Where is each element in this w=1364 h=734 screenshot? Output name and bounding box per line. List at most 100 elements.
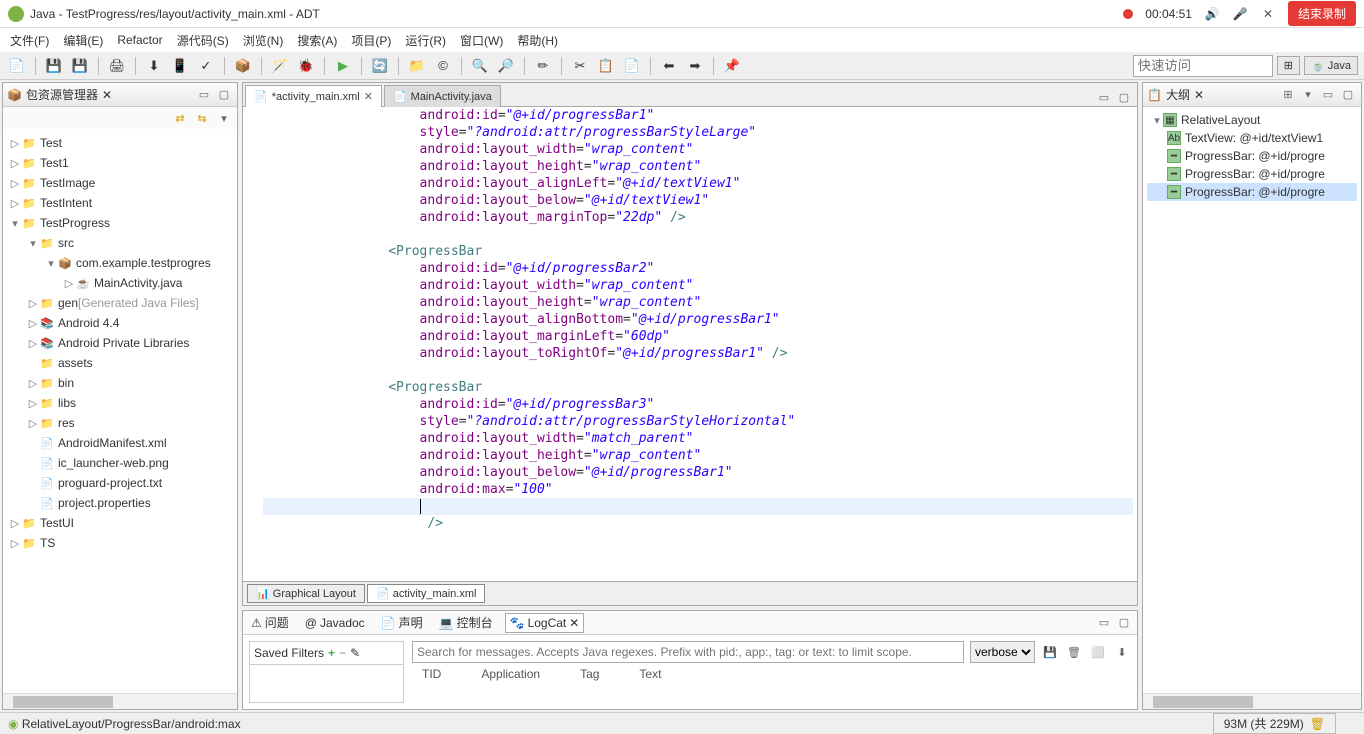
clear-log-icon[interactable]: 🗑: [1065, 643, 1083, 661]
debug-button[interactable]: 🐞: [295, 55, 317, 77]
tree-node[interactable]: 📁assets: [3, 353, 237, 373]
tree-node[interactable]: ▷📁TS: [3, 533, 237, 553]
pin-button[interactable]: 📌: [721, 55, 743, 77]
code-line[interactable]: android:layout_marginLeft="60dp": [263, 328, 1133, 345]
column-header[interactable]: TID: [422, 667, 441, 681]
speaker-icon[interactable]: 🔊: [1204, 6, 1220, 22]
horizontal-scrollbar[interactable]: [3, 693, 237, 709]
code-line[interactable]: android:layout_below="@+id/textView1": [263, 192, 1133, 209]
open-type-button[interactable]: 🔍: [469, 55, 491, 77]
code-line[interactable]: android:layout_width="wrap_content": [263, 141, 1133, 158]
logcat-search-input[interactable]: [412, 641, 964, 663]
edit-filter-icon[interactable]: ✎: [350, 646, 360, 660]
export-icon[interactable]: ⬇: [1113, 643, 1131, 661]
toggle-mark-button[interactable]: ✏: [532, 55, 554, 77]
outline-item[interactable]: ━ProgressBar: @+id/progre: [1147, 165, 1357, 183]
code-line[interactable]: android:layout_alignBottom="@+id/progres…: [263, 311, 1133, 328]
new-project-button[interactable]: 📦: [232, 55, 254, 77]
collapse-all-icon[interactable]: ⇄: [171, 109, 189, 127]
horizontal-scrollbar[interactable]: [1143, 693, 1361, 709]
tree-node[interactable]: ▾📁TestProgress: [3, 213, 237, 233]
stop-recording-button[interactable]: 结束录制: [1288, 1, 1356, 26]
lint-button[interactable]: ✓: [195, 55, 217, 77]
outline-item[interactable]: ▾▦RelativeLayout: [1147, 111, 1357, 129]
code-line[interactable]: <ProgressBar: [263, 379, 1133, 396]
new-package-button[interactable]: 📁: [406, 55, 428, 77]
code-line[interactable]: [263, 498, 1133, 515]
maximize-icon[interactable]: ▢: [1339, 86, 1357, 104]
tree-node[interactable]: ▷📁res: [3, 413, 237, 433]
search-button[interactable]: 🔎: [495, 55, 517, 77]
outline-item[interactable]: AbTextView: @+id/textView1: [1147, 129, 1357, 147]
saved-filters-list[interactable]: [250, 664, 403, 692]
copy-button[interactable]: 📋: [595, 55, 617, 77]
tree-node[interactable]: 📄project.properties: [3, 493, 237, 513]
menu-item[interactable]: 搜索(A): [291, 29, 343, 52]
run-last-button[interactable]: 🔄: [369, 55, 391, 77]
tree-node[interactable]: ▷📁Test1: [3, 153, 237, 173]
tree-node[interactable]: ▷📚Android 4.4: [3, 313, 237, 333]
save-button[interactable]: 💾: [43, 55, 65, 77]
tree-node[interactable]: ▷📚Android Private Libraries: [3, 333, 237, 353]
tree-node[interactable]: ▷📁TestUI: [3, 513, 237, 533]
remove-filter-icon[interactable]: −: [339, 646, 346, 660]
cut-button[interactable]: ✂: [569, 55, 591, 77]
tree-node[interactable]: ▾📁src: [3, 233, 237, 253]
code-line[interactable]: style="?android:attr/progressBarStyleHor…: [263, 413, 1133, 430]
code-line[interactable]: android:id="@+id/progressBar1": [263, 107, 1133, 124]
tree-node[interactable]: 📄AndroidManifest.xml: [3, 433, 237, 453]
mic-icon[interactable]: 🎤: [1232, 6, 1248, 22]
menu-item[interactable]: 项目(P): [345, 29, 397, 52]
column-header[interactable]: Tag: [580, 667, 599, 681]
tree-node[interactable]: ▾📦com.example.testprogres: [3, 253, 237, 273]
new-button[interactable]: 📄: [6, 55, 28, 77]
code-editor[interactable]: android:id="@+id/progressBar1" style="?a…: [243, 107, 1137, 581]
code-line[interactable]: android:layout_width="wrap_content": [263, 277, 1133, 294]
minimize-icon[interactable]: ▭: [1319, 86, 1337, 104]
open-perspective-button[interactable]: ⊞: [1277, 56, 1300, 75]
maximize-icon[interactable]: ▢: [1115, 614, 1133, 632]
minimize-icon[interactable]: ▭: [195, 86, 213, 104]
outline-item[interactable]: ━ProgressBar: @+id/progre: [1147, 183, 1357, 201]
code-line[interactable]: android:layout_width="match_parent": [263, 430, 1133, 447]
minimize-icon[interactable]: ▭: [1095, 88, 1113, 106]
gc-button[interactable]: 🗑: [1310, 717, 1325, 731]
close-x-icon[interactable]: ✕: [1260, 6, 1276, 22]
forward-button[interactable]: ➡: [684, 55, 706, 77]
code-line[interactable]: android:layout_toRightOf="@+id/progressB…: [263, 345, 1133, 362]
code-line[interactable]: android:id="@+id/progressBar3": [263, 396, 1133, 413]
view-menu-icon[interactable]: ⊞: [1279, 86, 1297, 104]
code-line[interactable]: style="?android:attr/progressBarStyleLar…: [263, 124, 1133, 141]
maximize-icon[interactable]: ▢: [1115, 88, 1133, 106]
editor-tab[interactable]: 📄*activity_main.xml✕: [245, 85, 382, 107]
tree-node[interactable]: ▷☕MainActivity.java: [3, 273, 237, 293]
code-line[interactable]: android:max="100": [263, 481, 1133, 498]
menu-item[interactable]: 窗口(W): [454, 29, 509, 52]
java-perspective-button[interactable]: 🍵 Java: [1304, 56, 1358, 75]
tree-node[interactable]: ▷📁TestImage: [3, 173, 237, 193]
tree-node[interactable]: ▷📁bin: [3, 373, 237, 393]
back-button[interactable]: ⬅: [658, 55, 680, 77]
maximize-icon[interactable]: ▢: [215, 86, 233, 104]
run-button[interactable]: ▶: [332, 55, 354, 77]
add-filter-icon[interactable]: +: [328, 646, 335, 660]
code-line[interactable]: [263, 226, 1133, 243]
tree-node[interactable]: 📄proguard-project.txt: [3, 473, 237, 493]
code-line[interactable]: android:layout_below="@+id/progressBar1": [263, 464, 1133, 481]
code-line[interactable]: android:layout_marginTop="22dp" />: [263, 209, 1133, 226]
xml-source-tab[interactable]: 📄 activity_main.xml: [367, 584, 486, 603]
code-line[interactable]: android:layout_alignLeft="@+id/textView1…: [263, 175, 1133, 192]
code-line[interactable]: android:layout_height="wrap_content": [263, 294, 1133, 311]
code-line[interactable]: [263, 362, 1133, 379]
paste-button[interactable]: 📄: [621, 55, 643, 77]
graphical-layout-tab[interactable]: 📊 Graphical Layout: [247, 584, 365, 603]
menu-item[interactable]: 帮助(H): [511, 29, 564, 52]
view-tab[interactable]: 📄声明: [377, 612, 427, 633]
code-line[interactable]: android:id="@+id/progressBar2": [263, 260, 1133, 277]
explorer-tree[interactable]: ▷📁Test▷📁Test1▷📁TestImage▷📁TestIntent▾📁Te…: [3, 129, 237, 693]
menu-item[interactable]: 源代码(S): [171, 29, 235, 52]
avd-manager-button[interactable]: 📱: [169, 55, 191, 77]
scroll-lock-icon[interactable]: ⬜: [1089, 643, 1107, 661]
menu-item[interactable]: 运行(R): [399, 29, 452, 52]
sdk-manager-button[interactable]: ⬇: [143, 55, 165, 77]
